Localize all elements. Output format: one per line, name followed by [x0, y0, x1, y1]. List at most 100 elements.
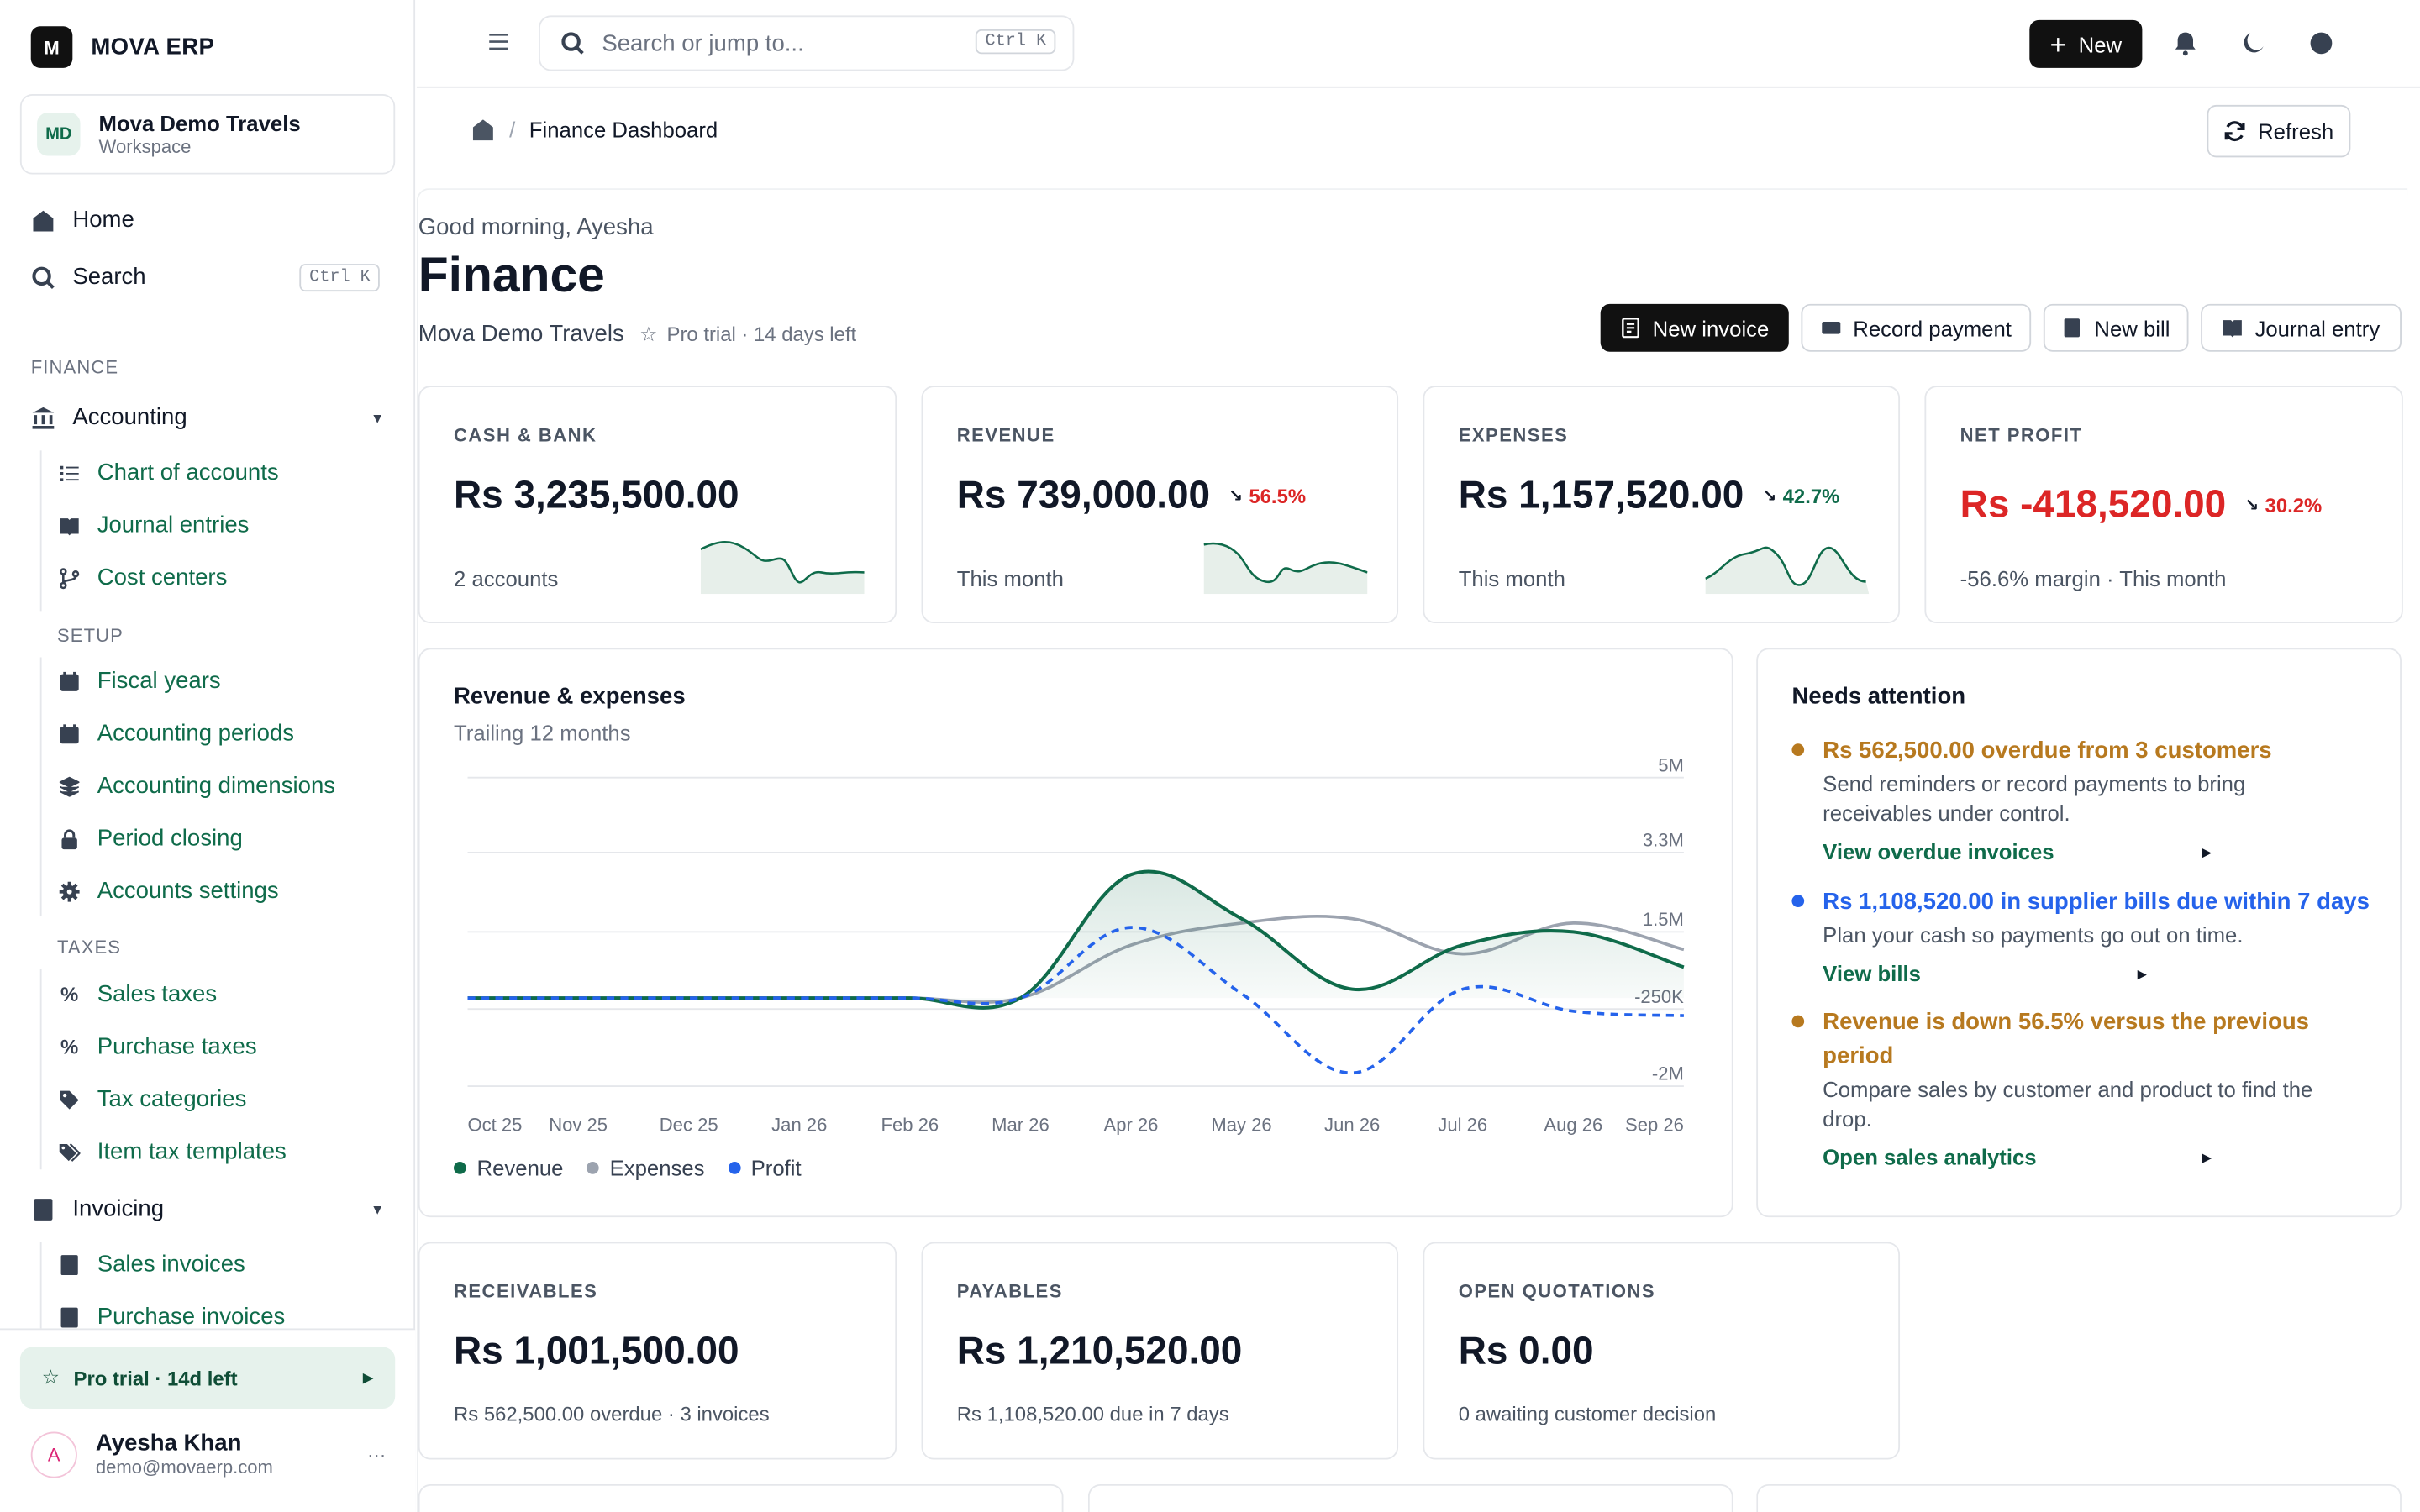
open-sales-analytics-link[interactable]: Open sales analytics ▶	[1823, 1145, 2212, 1169]
kpi-change-value: 42.7%	[1782, 484, 1840, 508]
book-icon	[34, 1198, 53, 1220]
view-bills-link[interactable]: View bills ▶	[1823, 961, 2147, 985]
sparkline	[1705, 546, 1870, 595]
kpi-change-value: 56.5%	[1249, 484, 1307, 508]
sidebar-item-label: Search	[72, 264, 146, 291]
home-icon	[33, 209, 54, 231]
profile-dot-icon[interactable]	[2307, 29, 2335, 57]
record-payment-label: Record payment	[1853, 315, 2012, 341]
kpi-card-cash-bank[interactable]: CASH & BANK Rs 3,235,500.00 2 accounts	[418, 386, 897, 624]
sidebar-item-cost-centers[interactable]: Cost centers	[59, 564, 227, 591]
star-icon: ☆	[639, 321, 658, 345]
calendar-icon	[60, 670, 79, 690]
home-icon[interactable]	[471, 118, 495, 142]
legend-item-profit[interactable]: Profit	[728, 1156, 802, 1180]
sidebar-group-label: Accounting	[72, 404, 187, 431]
revenue-expenses-chart[interactable]: 5M3.3M1.5M-250K-2MOct 25Nov 25Dec 25Jan …	[420, 649, 1735, 1219]
kpi-subtext: Rs 1,108,520.00 due in 7 days	[956, 1402, 1229, 1426]
needs-attention-title: Needs attention	[1791, 683, 1966, 710]
moon-icon[interactable]	[2239, 29, 2267, 57]
lock-icon	[61, 828, 77, 849]
arrow-down-right-icon: ↘	[1228, 487, 1244, 507]
sidebar-item-accounts-settings[interactable]: Accounts settings	[59, 878, 279, 904]
kpi-change-value: 30.2%	[2265, 493, 2323, 517]
topbar: Search or jump to... Ctrl K + New	[416, 0, 2420, 88]
tags-icon	[59, 1142, 81, 1162]
sidebar-group-label: Invoicing	[72, 1195, 165, 1222]
attention-headline: Rs 562,500.00 overdue from 3 customers	[1823, 737, 2272, 764]
legend-item-revenue[interactable]: Revenue	[454, 1156, 563, 1180]
pro-trial-banner[interactable]: ☆ Pro trial · 14d left ▶	[19, 1347, 396, 1409]
gear-icon	[59, 880, 80, 901]
sidebar-group-accounting[interactable]: Accounting ▼	[31, 404, 384, 431]
sidebar-item-purchase-invoices[interactable]: Purchase invoices	[59, 1304, 285, 1330]
sidebar-item-sales-invoices[interactable]: Sales invoices	[59, 1252, 245, 1278]
status-dot	[1791, 743, 1805, 757]
sidebar-item-label: Accounts settings	[97, 878, 279, 905]
workspace-switcher[interactable]: MD Mova Demo Travels Workspace	[19, 94, 396, 175]
calendar-icon	[60, 723, 79, 743]
x-tick-label: May 26	[1211, 1114, 1271, 1135]
kpi-card-revenue[interactable]: REVENUE Rs 739,000.00 ↘ 56.5% This month	[921, 386, 1399, 624]
y-tick-label: 3.3M	[1643, 830, 1684, 851]
x-tick-label: Sep 26	[1625, 1114, 1684, 1135]
attention-headline: Revenue is down 56.5% versus the previou…	[1823, 1009, 2309, 1069]
avatar: A	[30, 1431, 77, 1478]
kpi-card-expenses[interactable]: EXPENSES Rs 1,157,520.00 ↘ 42.7% This mon…	[1423, 386, 1901, 624]
legend-dot	[454, 1162, 466, 1175]
sidebar-item-period-closing[interactable]: Period closing	[59, 826, 243, 852]
kpi-amount: Rs 739,000.00	[956, 473, 1211, 517]
star-icon: ☆	[41, 1365, 60, 1389]
book-open-icon	[2223, 320, 2242, 338]
attention-item-overdue: Rs 562,500.00 overdue from 3 customers S…	[1791, 734, 2393, 864]
more-icon[interactable]: ···	[367, 1443, 386, 1465]
kpi-value: Rs 1,001,500.00	[454, 1330, 739, 1374]
sidebar-item-accounting-periods[interactable]: Accounting periods	[59, 721, 294, 747]
workspace-avatar: MD	[37, 113, 81, 156]
sidebar-item-item-tax-templates[interactable]: Item tax templates	[59, 1139, 287, 1165]
legend-item-expenses[interactable]: Expenses	[587, 1156, 705, 1180]
sidebar-item-sales-taxes[interactable]: % Sales taxes	[59, 981, 217, 1007]
user-menu[interactable]: A Ayesha Khan demo@movaerp.com ···	[30, 1430, 386, 1478]
layers-icon	[59, 775, 80, 796]
sidebar-item-purchase-taxes[interactable]: % Purchase taxes	[59, 1034, 257, 1060]
sidebar-item-label: Home	[72, 207, 134, 234]
sidebar-item-fiscal-years[interactable]: Fiscal years	[59, 668, 221, 695]
sidebar-item-label: Fiscal years	[97, 668, 221, 695]
sidebar-item-tax-categories[interactable]: Tax categories	[59, 1086, 246, 1112]
view-overdue-invoices-link[interactable]: View overdue invoices ▶	[1823, 839, 2212, 864]
bell-icon[interactable]	[2171, 29, 2199, 57]
search-input[interactable]: Search or jump to... Ctrl K	[539, 15, 1075, 71]
percent-icon: %	[60, 1035, 79, 1059]
sidebar-group-invoicing[interactable]: Invoicing ▼	[31, 1195, 384, 1222]
new-invoice-button[interactable]: New invoice	[1600, 303, 1789, 352]
user-name: Ayesha Khan	[95, 1430, 242, 1457]
refresh-button[interactable]: Refresh	[2207, 104, 2351, 158]
workspace-name: Mova Demo Travels	[418, 321, 624, 348]
sidebar-item-chart-of-accounts[interactable]: Chart of accounts	[59, 459, 279, 486]
kpi-card-open-quotations[interactable]: OPEN QUOTATIONS Rs 0.00 0 awaiting custo…	[1423, 1242, 1901, 1460]
menu-icon[interactable]	[487, 31, 509, 53]
sidebar-item-search[interactable]: Search	[31, 264, 146, 290]
kpi-card-payables[interactable]: PAYABLES Rs 1,210,520.00 Rs 1,108,520.00…	[921, 1242, 1399, 1460]
new-bill-button[interactable]: New bill	[2043, 303, 2189, 352]
tag-icon	[60, 1089, 79, 1109]
sidebar-item-home[interactable]: Home	[31, 207, 134, 233]
x-tick-label: Jan 26	[771, 1114, 827, 1135]
chevron-right-icon: ▶	[362, 1369, 374, 1385]
branch-icon	[60, 567, 80, 589]
x-tick-label: Jul 26	[1438, 1114, 1487, 1135]
sidebar-item-accounting-dimensions[interactable]: Accounting dimensions	[59, 773, 335, 799]
sidebar-item-journal-entries[interactable]: Journal entries	[59, 512, 249, 538]
brand[interactable]: M MOVA ERP	[30, 26, 214, 68]
link-label: View bills	[1823, 961, 1921, 986]
new-button[interactable]: + New	[2029, 19, 2143, 68]
x-tick-label: Mar 26	[992, 1114, 1050, 1135]
chevron-right-icon: ▶	[2202, 1150, 2212, 1164]
journal-entry-label: Journal entry	[2254, 315, 2381, 341]
invoice-icon	[1621, 318, 1639, 339]
record-payment-button[interactable]: Record payment	[1801, 303, 2032, 352]
journal-entry-button[interactable]: Journal entry	[2201, 303, 2402, 352]
kpi-card-net-profit[interactable]: NET PROFIT Rs -418,520.00 ↘ 30.2% -56.6% …	[1924, 386, 2403, 624]
kpi-card-receivables[interactable]: RECEIVABLES Rs 1,001,500.00 Rs 562,500.0…	[418, 1242, 897, 1460]
